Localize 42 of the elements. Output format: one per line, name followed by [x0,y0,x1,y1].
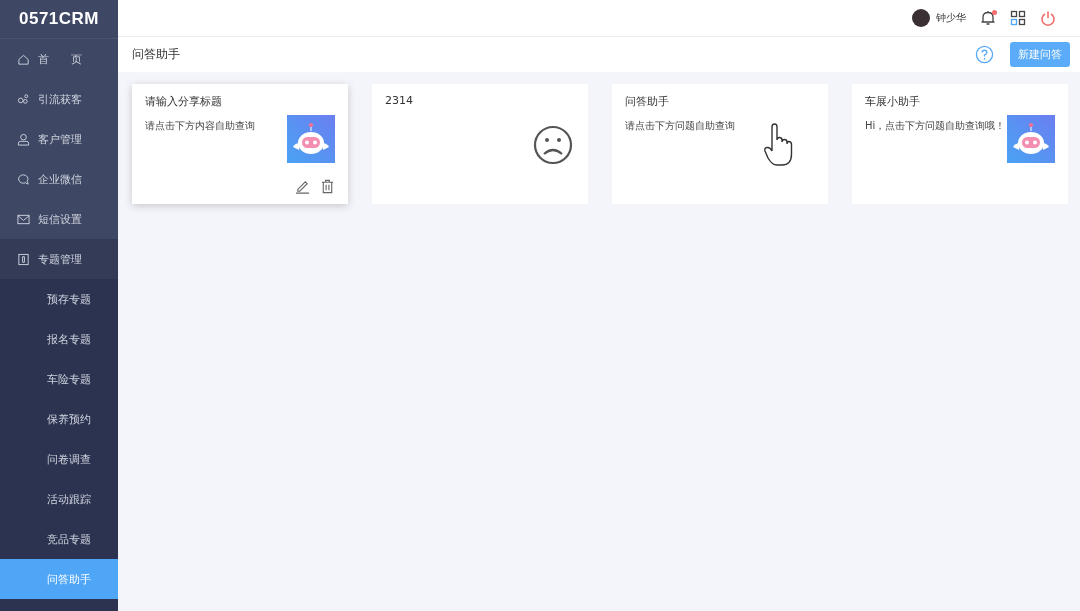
robot-image [287,115,335,163]
answer-card[interactable]: 车展小助手 Hi，点击下方问题自助查询哦！ [852,84,1068,204]
edit-icon[interactable] [295,179,310,194]
share-icon [17,92,30,106]
submenu-item[interactable]: 保养预约 [0,399,118,439]
power-icon[interactable] [1040,10,1056,26]
answer-card[interactable]: 问答助手 请点击下方问题自助查询 [612,84,828,204]
card-title: 问答助手 [625,94,670,109]
card-title: 车展小助手 [865,94,921,109]
submenu-item[interactable]: 车险专题 [0,359,118,399]
sidebar-item[interactable]: 引流获客 [0,79,118,119]
book-icon [17,252,30,266]
page-title: 问答助手 [132,46,181,63]
sidebar-item[interactable]: 企业微信 [0,159,118,199]
sad-face-icon [533,125,573,165]
submenu-item[interactable]: 活动跟踪 [0,479,118,519]
home-icon [17,52,30,66]
card-description: Hi，点击下方问题自助查询哦！ [865,119,1006,133]
answer-card[interactable]: 2314 [372,84,588,204]
card-title: 2314 [385,94,414,107]
grid-icon[interactable] [1010,10,1026,26]
chat-bubble-icon [17,172,30,186]
delete-icon[interactable] [320,179,335,194]
sidebar-item[interactable]: 首 页 [0,39,118,79]
submenu-item[interactable]: 竞品专题 [0,519,118,559]
bell-icon[interactable] [980,10,996,26]
sidebar-item[interactable]: 专题管理 [0,239,118,279]
submenu-item[interactable]: 预存专题 [0,279,118,319]
sidebar-item[interactable]: 客户管理 [0,119,118,159]
envelope-icon [17,212,30,226]
submenu-item[interactable]: 问卷调查 [0,439,118,479]
answer-card[interactable]: 请输入分享标题 请点击下方内容自助查询 [132,84,348,204]
pointing-hand-icon [763,123,793,167]
submenu-item[interactable]: 报名专题 [0,319,118,359]
card-title: 请输入分享标题 [145,94,223,109]
card-description: 请点击下方问题自助查询 [625,119,735,133]
card-description: 请点击下方内容自助查询 [145,119,255,133]
avatar[interactable] [912,9,930,27]
sidebar-item[interactable]: 短信设置 [0,199,118,239]
user-name: 钟少华 [936,11,966,25]
robot-image [1007,115,1055,163]
user-icon [17,132,30,146]
